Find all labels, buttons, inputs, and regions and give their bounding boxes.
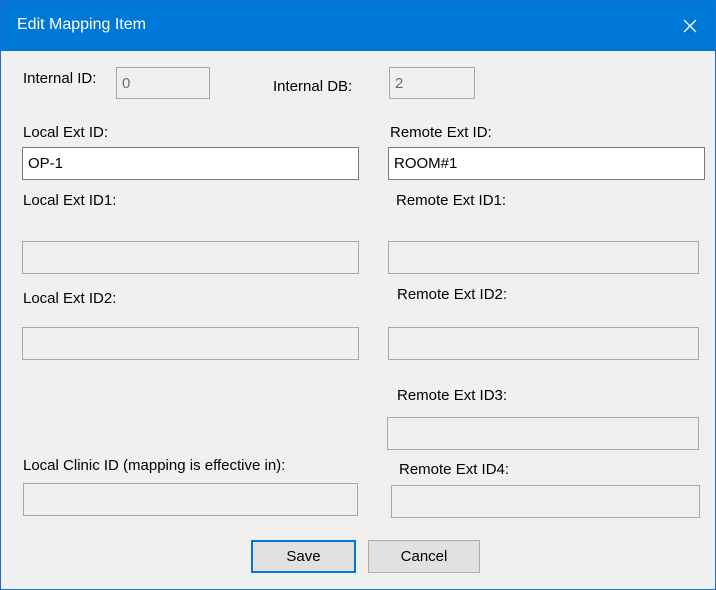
local-clinic-id-label: Local Clinic ID (mapping is effective in… — [23, 457, 286, 474]
remote-ext-id-label: Remote Ext ID: — [390, 124, 492, 141]
remote-ext-id1-label: Remote Ext ID1: — [396, 192, 507, 209]
remote-ext-id2-field[interactable] — [388, 327, 699, 360]
internal-id-field[interactable] — [116, 67, 210, 99]
dialog-title: Edit Mapping Item — [17, 16, 146, 33]
local-ext-id2-field[interactable] — [22, 327, 359, 360]
remote-ext-id4-field[interactable] — [391, 485, 700, 518]
local-ext-id1-label: Local Ext ID1: — [23, 192, 117, 209]
remote-ext-id3-label: Remote Ext ID3: — [397, 387, 508, 404]
edit-mapping-item-dialog: Edit Mapping Item Internal ID: Internal … — [0, 0, 716, 590]
local-ext-id2-label: Local Ext ID2: — [23, 290, 117, 307]
remote-ext-id3-field[interactable] — [387, 417, 699, 450]
cancel-button[interactable]: Cancel — [368, 540, 480, 573]
internal-db-label: Internal DB: — [273, 78, 353, 95]
local-ext-id-label: Local Ext ID: — [23, 124, 109, 141]
local-ext-id1-field[interactable] — [22, 241, 359, 274]
remote-ext-id-field[interactable] — [388, 147, 705, 180]
remote-ext-id2-label: Remote Ext ID2: — [397, 286, 508, 303]
internal-id-label: Internal ID: — [23, 70, 97, 87]
title-bar: Edit Mapping Item — [1, 1, 715, 51]
local-ext-id-field[interactable] — [22, 147, 359, 180]
internal-db-field[interactable] — [389, 67, 475, 99]
local-clinic-id-field[interactable] — [23, 483, 358, 516]
close-button[interactable] — [665, 1, 715, 51]
close-icon — [683, 19, 697, 33]
remote-ext-id1-field[interactable] — [388, 241, 699, 274]
remote-ext-id4-label: Remote Ext ID4: — [399, 461, 510, 478]
save-button[interactable]: Save — [251, 540, 356, 573]
